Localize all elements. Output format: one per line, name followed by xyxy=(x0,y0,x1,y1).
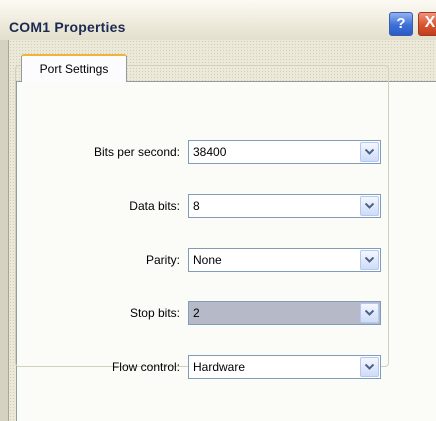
window-title: COM1 Properties xyxy=(9,19,126,35)
properties-dialog: COM1 Properties ? X Port Settings Bits p… xyxy=(0,0,436,421)
data-bits-label: Data bits: xyxy=(129,199,180,213)
chevron-down-icon[interactable] xyxy=(360,357,379,377)
chevron-down-icon[interactable] xyxy=(360,250,379,270)
flow-control-value: Hardware xyxy=(193,360,246,374)
data-bits-value: 8 xyxy=(193,199,200,213)
flow-control-label: Flow control: xyxy=(111,360,180,374)
title-bar[interactable]: COM1 Properties ? X xyxy=(0,0,436,41)
bits-per-second-row: Bits per second: 38400 xyxy=(0,140,436,166)
bits-per-second-select[interactable]: 38400 xyxy=(188,140,381,164)
bits-per-second-label: Bits per second: xyxy=(93,145,180,159)
close-button[interactable]: X xyxy=(418,12,436,36)
stop-bits-value: 2 xyxy=(193,306,200,320)
close-icon: X xyxy=(424,14,436,31)
parity-row: Parity: None xyxy=(0,248,436,274)
help-icon: ? xyxy=(396,15,406,32)
help-button[interactable]: ? xyxy=(389,12,413,36)
parity-label: Parity: xyxy=(145,253,180,267)
tab-port-settings[interactable]: Port Settings xyxy=(21,54,127,82)
stop-bits-select[interactable]: 2 xyxy=(188,301,381,325)
bits-per-second-value: 38400 xyxy=(193,145,227,159)
chevron-down-icon[interactable] xyxy=(360,196,379,216)
stop-bits-row: Stop bits: 2 xyxy=(0,301,436,327)
flow-control-row: Flow control: Hardware xyxy=(0,355,436,381)
chevron-down-icon[interactable] xyxy=(360,303,379,323)
tab-label: Port Settings xyxy=(39,62,109,76)
parity-value: None xyxy=(193,253,222,267)
chevron-down-icon[interactable] xyxy=(360,142,379,162)
data-bits-select[interactable]: 8 xyxy=(188,194,381,218)
parity-select[interactable]: None xyxy=(188,248,381,272)
data-bits-row: Data bits: 8 xyxy=(0,194,436,220)
stop-bits-label: Stop bits: xyxy=(129,306,180,320)
flow-control-select[interactable]: Hardware xyxy=(188,355,381,379)
